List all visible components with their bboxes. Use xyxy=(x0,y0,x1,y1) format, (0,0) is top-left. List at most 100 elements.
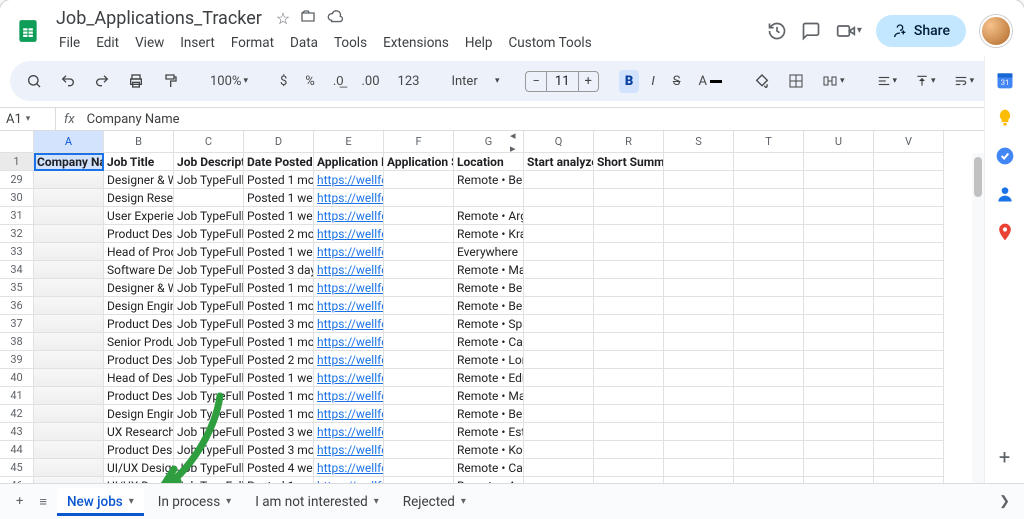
sheet-tab-i-am-not-interested[interactable]: I am not interested▾ xyxy=(245,488,389,516)
cell[interactable] xyxy=(524,369,594,387)
cell[interactable]: Posted 1 montl xyxy=(244,333,314,351)
row-header-45[interactable]: 45 xyxy=(0,459,34,477)
cell[interactable] xyxy=(34,387,104,405)
cell[interactable]: Posted 3 montl xyxy=(244,441,314,459)
cell[interactable] xyxy=(804,351,874,369)
cell[interactable] xyxy=(664,441,734,459)
cell[interactable]: Job TypeFull T xyxy=(174,297,244,315)
row-header-29[interactable]: 29 xyxy=(0,171,34,189)
cell[interactable]: Job TypeFull T xyxy=(174,441,244,459)
application-link[interactable]: https://wellfoun xyxy=(317,389,384,403)
cell[interactable] xyxy=(34,333,104,351)
merge-cells-button[interactable]: ▾ xyxy=(816,69,851,93)
increase-decimal-icon[interactable]: .00 xyxy=(356,70,386,93)
cell[interactable] xyxy=(34,369,104,387)
cell[interactable] xyxy=(804,423,874,441)
cell[interactable]: Head of Produc xyxy=(104,243,174,261)
cell[interactable]: Design Resear xyxy=(104,189,174,207)
cell[interactable]: https://wellfoun xyxy=(314,297,384,315)
cell[interactable] xyxy=(734,279,804,297)
cell[interactable] xyxy=(34,297,104,315)
cell[interactable] xyxy=(384,459,454,477)
cell[interactable] xyxy=(524,225,594,243)
row-header-33[interactable]: 33 xyxy=(0,243,34,261)
cell[interactable] xyxy=(804,225,874,243)
cell[interactable]: https://wellfoun xyxy=(314,441,384,459)
header-cell[interactable]: Date Posted xyxy=(244,153,314,171)
cell[interactable]: https://wellfoun xyxy=(314,351,384,369)
cell[interactable]: Remote • Krak xyxy=(454,225,524,243)
valign-button[interactable]: ▾ xyxy=(909,70,942,92)
cell[interactable] xyxy=(734,171,804,189)
contacts-icon[interactable] xyxy=(995,184,1015,204)
history-icon[interactable] xyxy=(767,21,787,41)
cell[interactable] xyxy=(874,441,944,459)
cell[interactable]: Posted 1 montl xyxy=(244,171,314,189)
cell[interactable] xyxy=(524,333,594,351)
vertical-scrollbar[interactable] xyxy=(972,153,984,509)
calendar-icon[interactable]: 31 xyxy=(995,70,1015,90)
cell[interactable] xyxy=(524,441,594,459)
header-cell[interactable]: Location xyxy=(454,153,524,171)
cell[interactable] xyxy=(34,423,104,441)
cell[interactable] xyxy=(874,333,944,351)
cell[interactable] xyxy=(874,315,944,333)
application-link[interactable]: https://wellfoun xyxy=(317,425,384,439)
sheet-tab-new-jobs[interactable]: New jobs▾ xyxy=(57,488,144,516)
menu-insert[interactable]: Insert xyxy=(173,31,222,55)
cell[interactable] xyxy=(384,315,454,333)
cell[interactable] xyxy=(34,405,104,423)
cell[interactable] xyxy=(734,405,804,423)
cell[interactable] xyxy=(804,171,874,189)
row-header-1[interactable]: 1 xyxy=(0,153,34,171)
cell[interactable]: https://wellfoun xyxy=(314,369,384,387)
cell[interactable] xyxy=(874,225,944,243)
cell[interactable]: Posted 1 montl xyxy=(244,297,314,315)
cell[interactable]: Remote • Malta xyxy=(454,261,524,279)
cell[interactable] xyxy=(874,387,944,405)
cell[interactable] xyxy=(874,207,944,225)
sheet-tab-menu-icon[interactable]: ▾ xyxy=(226,496,231,507)
cell[interactable] xyxy=(594,225,664,243)
cell[interactable] xyxy=(734,225,804,243)
cell[interactable]: Job TypeFull T xyxy=(174,171,244,189)
search-menus-icon[interactable] xyxy=(20,69,48,93)
strikethrough-button[interactable]: S xyxy=(667,70,687,93)
doc-title[interactable]: Job_Applications_Tracker xyxy=(52,6,266,31)
col-header-R[interactable]: R xyxy=(594,131,664,153)
cell[interactable]: Job TypeFull T xyxy=(174,261,244,279)
tab-scroll-right-icon[interactable]: ❯ xyxy=(995,490,1014,513)
cell[interactable] xyxy=(804,243,874,261)
cell[interactable] xyxy=(594,369,664,387)
cell[interactable] xyxy=(524,297,594,315)
cell[interactable] xyxy=(804,405,874,423)
cell[interactable] xyxy=(594,459,664,477)
cell[interactable]: Designer & We xyxy=(104,279,174,297)
cell[interactable]: Posted 3 days xyxy=(244,261,314,279)
cell[interactable] xyxy=(34,225,104,243)
cell[interactable] xyxy=(524,189,594,207)
row-header-31[interactable]: 31 xyxy=(0,207,34,225)
cell[interactable] xyxy=(664,297,734,315)
col-header-U[interactable]: U xyxy=(804,131,874,153)
cell[interactable]: Remote • Edinl xyxy=(454,369,524,387)
cell[interactable] xyxy=(874,189,944,207)
header-cell[interactable]: Job Title xyxy=(104,153,174,171)
cell[interactable] xyxy=(804,189,874,207)
cell[interactable]: https://wellfoun xyxy=(314,423,384,441)
cell[interactable] xyxy=(524,351,594,369)
cell[interactable] xyxy=(664,351,734,369)
cell[interactable]: Remote • Malta xyxy=(454,387,524,405)
cell[interactable] xyxy=(524,459,594,477)
cell[interactable]: https://wellfoun xyxy=(314,261,384,279)
cell[interactable] xyxy=(874,243,944,261)
row-header-39[interactable]: 39 xyxy=(0,351,34,369)
cell[interactable] xyxy=(594,405,664,423)
cell[interactable]: Software Deve xyxy=(104,261,174,279)
print-icon[interactable] xyxy=(122,69,150,93)
formula-bar[interactable]: Company Name xyxy=(83,112,1024,127)
decrease-decimal-icon[interactable]: .0̲ xyxy=(327,69,350,93)
cell[interactable]: Job TypeFull T xyxy=(174,315,244,333)
cell[interactable] xyxy=(804,441,874,459)
cell[interactable] xyxy=(664,333,734,351)
